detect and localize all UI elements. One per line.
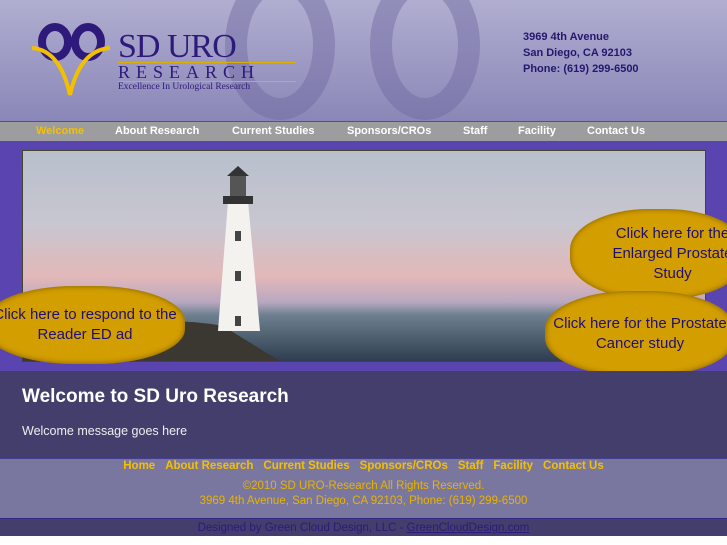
credit-bar: Designed by Green Cloud Design, LLC - Gr… [0, 518, 727, 536]
logo-icon [31, 23, 111, 96]
footer-nav: Home About Research Current Studies Spon… [0, 460, 727, 472]
footer-link-about-research[interactable]: About Research [165, 460, 253, 472]
address-phone: Phone: (619) 299-6500 [523, 63, 639, 75]
prostate-cancer-bubble[interactable]: Click here for the Prostate Cancer study [545, 291, 727, 376]
logo-title: SD URO [118, 28, 237, 65]
reader-ed-bubble[interactable]: Click here to respond to the Reader ED a… [0, 286, 185, 364]
welcome-title: Welcome to SD Uro Research [22, 386, 289, 407]
hero-section: Click here to respond to the Reader ED a… [0, 141, 727, 376]
welcome-message: Welcome message goes here [22, 424, 188, 438]
nav-contact-us[interactable]: Contact Us [587, 125, 645, 137]
welcome-section: Welcome to SD Uro Research Welcome messa… [0, 371, 727, 458]
nav-current-studies[interactable]: Current Studies [232, 125, 315, 137]
footer-link-contact-us[interactable]: Contact Us [543, 460, 604, 472]
nav-facility[interactable]: Facility [518, 125, 556, 137]
footer-link-staff[interactable]: Staff [458, 460, 484, 472]
logo[interactable]: SD URO RESEARCH Excellence In Urological… [30, 20, 296, 100]
logo-tagline: Excellence In Urological Research [118, 82, 251, 92]
decorative-ring [370, 0, 480, 120]
logo-subtitle: RESEARCH [118, 62, 296, 82]
footer-address: 3969 4th Avenue, San Diego, CA 92103, Ph… [199, 495, 528, 507]
address-line2: San Diego, CA 92103 [523, 47, 633, 59]
nav-about-research[interactable]: About Research [115, 125, 199, 137]
enlarged-prostate-bubble[interactable]: Click here for the Enlarged Prostate Stu… [570, 209, 727, 299]
footer-link-home[interactable]: Home [123, 460, 155, 472]
copyright: ©2010 SD URO-Research All Rights Reserve… [242, 480, 485, 492]
nav-welcome[interactable]: Welcome [36, 125, 84, 137]
credit-link[interactable]: GreenCloudDesign.com [407, 522, 530, 534]
header-address: 3969 4th Avenue San Diego, CA 92103 Phon… [523, 29, 639, 77]
header: SD URO RESEARCH Excellence In Urological… [0, 0, 727, 121]
footer-link-sponsors[interactable]: Sponsors/CROs [360, 460, 448, 472]
footer: Home About Research Current Studies Spon… [0, 458, 727, 518]
nav-staff[interactable]: Staff [463, 125, 487, 137]
footer-link-current-studies[interactable]: Current Studies [263, 460, 349, 472]
address-line1: 3969 4th Avenue [523, 31, 610, 43]
credit-text: Designed by Green Cloud Design, LLC - [197, 522, 407, 534]
footer-link-facility[interactable]: Facility [493, 460, 533, 472]
main-nav: Welcome About Research Current Studies S… [0, 121, 727, 141]
nav-sponsors[interactable]: Sponsors/CROs [347, 125, 431, 137]
